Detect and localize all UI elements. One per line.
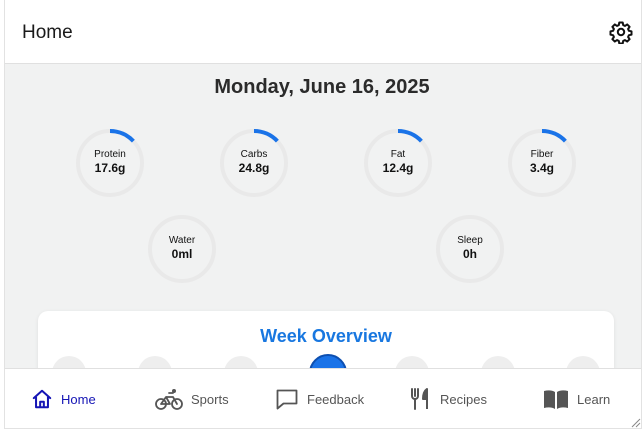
gear-icon: [609, 21, 633, 45]
ring-label: Sleep: [457, 235, 483, 246]
nav-label-recipes: Recipes: [440, 391, 487, 407]
ring-label: Protein: [94, 149, 126, 160]
nav-label-home: Home: [61, 391, 96, 407]
nav-item-feedback[interactable]: Feedback: [275, 369, 365, 428]
fat-ring[interactable]: Fat 12.4g: [362, 127, 434, 199]
app-frame: Home Monday, June 16, 2025 Protein 17.6g…: [4, 0, 642, 429]
fork-knife-icon: [411, 388, 428, 410]
resize-grip-icon[interactable]: [629, 416, 641, 428]
book-icon: [544, 390, 568, 409]
protein-ring[interactable]: Protein 17.6g: [74, 127, 146, 199]
bicycle-icon: [155, 389, 183, 410]
nav-label-feedback: Feedback: [307, 391, 365, 407]
page-title: Home: [22, 22, 73, 43]
ring-value: 12.4g: [382, 161, 414, 175]
bottom-navigation: Home Sports Feedback Recipes Learn: [5, 368, 641, 428]
nav-item-home[interactable]: Home: [31, 369, 96, 428]
nav-item-learn[interactable]: Learn: [543, 369, 611, 428]
ring-label: Carbs: [240, 149, 268, 160]
nav-item-recipes[interactable]: Recipes: [410, 369, 487, 428]
ring-label: Water: [168, 235, 196, 246]
ring-label: Fat: [390, 149, 406, 160]
water-ring[interactable]: Water 0ml: [146, 213, 218, 285]
ring-value: 0ml: [171, 247, 193, 261]
carbs-ring[interactable]: Carbs 24.8g: [218, 127, 290, 199]
date-heading: Monday, June 16, 2025: [214, 76, 430, 98]
ring-value: 0h: [462, 247, 477, 261]
settings-button[interactable]: [609, 20, 633, 45]
nav-label-learn: Learn: [577, 391, 611, 407]
app-header: Home: [5, 0, 641, 64]
ring-value: 24.8g: [238, 161, 270, 175]
sleep-ring[interactable]: Sleep 0h: [434, 213, 506, 285]
ring-label: Fiber: [530, 149, 554, 160]
home-icon: [32, 389, 52, 409]
ring-value: 17.6g: [94, 161, 126, 175]
fiber-ring[interactable]: Fiber 3.4g: [506, 127, 578, 199]
ring-value: 3.4g: [529, 161, 554, 175]
nav-item-sports[interactable]: Sports: [155, 369, 229, 428]
week-overview-title: Week Overview: [260, 326, 392, 346]
message-icon: [276, 389, 298, 410]
nav-label-sports: Sports: [191, 391, 229, 407]
